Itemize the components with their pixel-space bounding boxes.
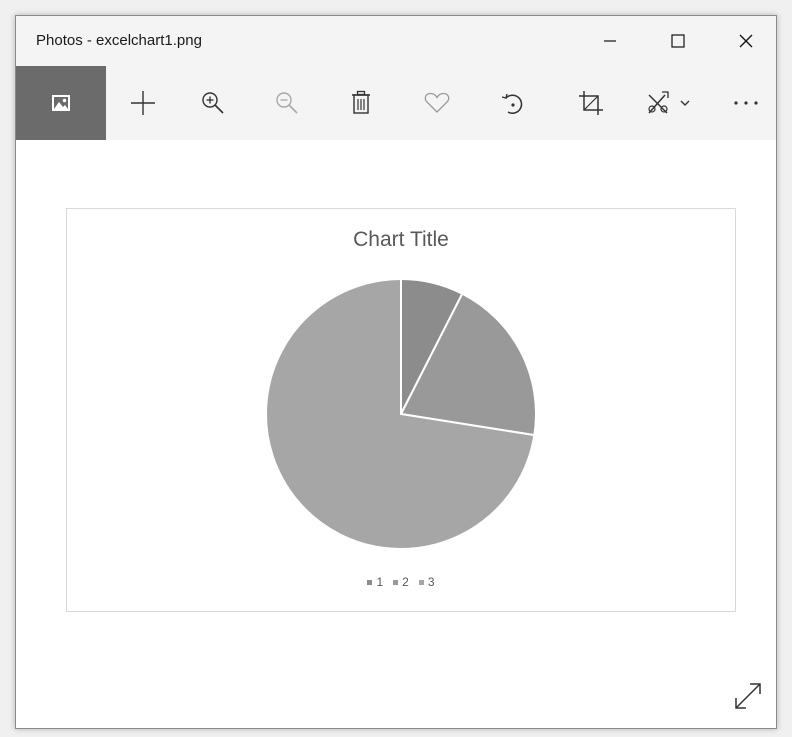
title-bar[interactable]: Photos - excelchart1.png	[16, 16, 776, 66]
maximize-icon	[671, 34, 685, 48]
chart-legend: 1 2 3	[67, 575, 735, 589]
legend-swatch	[367, 579, 373, 585]
favorite-icon	[424, 92, 450, 113]
delete-icon	[352, 90, 370, 114]
favorite-button[interactable]	[402, 66, 472, 140]
minimize-button[interactable]	[576, 16, 644, 66]
crop-icon	[579, 91, 603, 115]
zoom-out-icon	[276, 92, 298, 114]
pie-chart	[265, 277, 537, 550]
legend-item-3: 3	[418, 575, 435, 589]
close-button[interactable]	[712, 16, 776, 66]
legend-item-1: 1	[367, 575, 383, 589]
more-icon	[734, 101, 758, 105]
view-image-icon	[52, 95, 70, 111]
view-image-button[interactable]	[16, 66, 106, 140]
legend-label: 3	[427, 575, 435, 589]
window-title: Photos - excelchart1.png	[36, 32, 202, 49]
legend-item-2: 2	[393, 575, 409, 589]
legend-label: 2	[402, 575, 409, 589]
zoom-out-button[interactable]	[252, 66, 322, 140]
toolbar	[16, 66, 776, 140]
add-icon	[131, 91, 155, 115]
close-icon	[739, 34, 753, 48]
legend-swatch	[393, 579, 399, 585]
expand-icon	[735, 683, 761, 709]
delete-button[interactable]	[326, 66, 396, 140]
image-canvas[interactable]: Chart Title 123	[16, 140, 776, 728]
rotate-icon	[501, 93, 523, 114]
zoom-in-icon	[202, 92, 224, 114]
more-button[interactable]	[716, 66, 776, 140]
photos-window: Photos - excelchart1.png Chart Title 1 2…	[15, 15, 777, 729]
zoom-in-button[interactable]	[178, 66, 248, 140]
full-screen-button[interactable]	[730, 678, 766, 714]
edit-create-icon	[648, 91, 690, 114]
chart-image: Chart Title 123	[66, 208, 736, 612]
edit-create-button[interactable]	[630, 66, 710, 140]
legend-swatch	[418, 579, 424, 585]
minimize-icon	[604, 40, 616, 42]
add-button[interactable]	[108, 66, 178, 140]
crop-button[interactable]	[556, 66, 626, 140]
legend-label: 1	[376, 575, 384, 589]
rotate-button[interactable]	[478, 66, 548, 140]
maximize-button[interactable]	[644, 16, 712, 66]
